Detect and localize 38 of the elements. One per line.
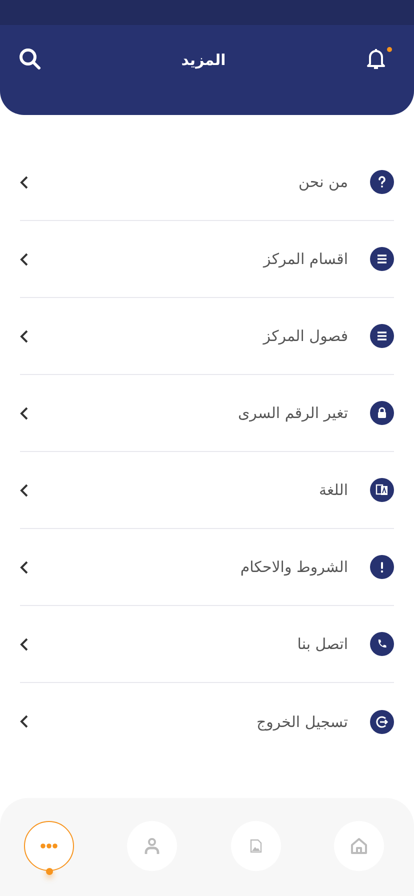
chevron-icon [20,638,28,650]
chevron-icon [20,484,28,496]
page-title: المزيد [181,50,226,71]
menu-item[interactable]: اقسام المركز [20,221,394,298]
chevron-icon [20,560,28,574]
phone-icon [370,632,394,656]
chevron-icon [20,406,28,420]
menu-label: تغير الرقم السرى [236,404,348,422]
menu-label: فصول المركز [262,327,348,345]
menu-item[interactable]: اتصل بنا [20,606,394,683]
menu-label: الشروط والاحكام [239,558,348,576]
menu-label: من نحن [298,173,348,191]
menu-label: اللغة [318,481,348,499]
menu-item[interactable]: من نحن [20,144,394,221]
menu-item[interactable]: تغير الرقم السرى [20,375,394,452]
more-icon [39,843,59,849]
bell-icon[interactable] [366,48,386,70]
home-icon [348,836,369,856]
menu-item[interactable]: تسجيل الخروج [20,683,394,760]
active-dot [46,868,53,875]
question-icon [370,170,394,194]
list-icon [370,324,394,348]
logout-icon [370,710,394,734]
translate-icon [370,478,394,502]
menu-item[interactable]: الشروط والاحكام [20,529,394,606]
menu-item[interactable]: اللغة [20,452,394,529]
menu-item[interactable]: فصول المركز [20,298,394,375]
lock-icon [370,401,394,425]
chevron-icon [20,252,28,266]
menu-label: تسجيل الخروج [255,712,348,730]
menu-label: اتصل بنا [296,635,348,653]
exclamation-icon [370,555,394,579]
chevron-icon [20,715,28,728]
list-icon [370,247,394,271]
chevron-icon [20,176,28,188]
menu-label: اقسام المركز [262,250,348,268]
search-icon[interactable] [19,48,41,70]
chevron-icon [20,330,28,342]
